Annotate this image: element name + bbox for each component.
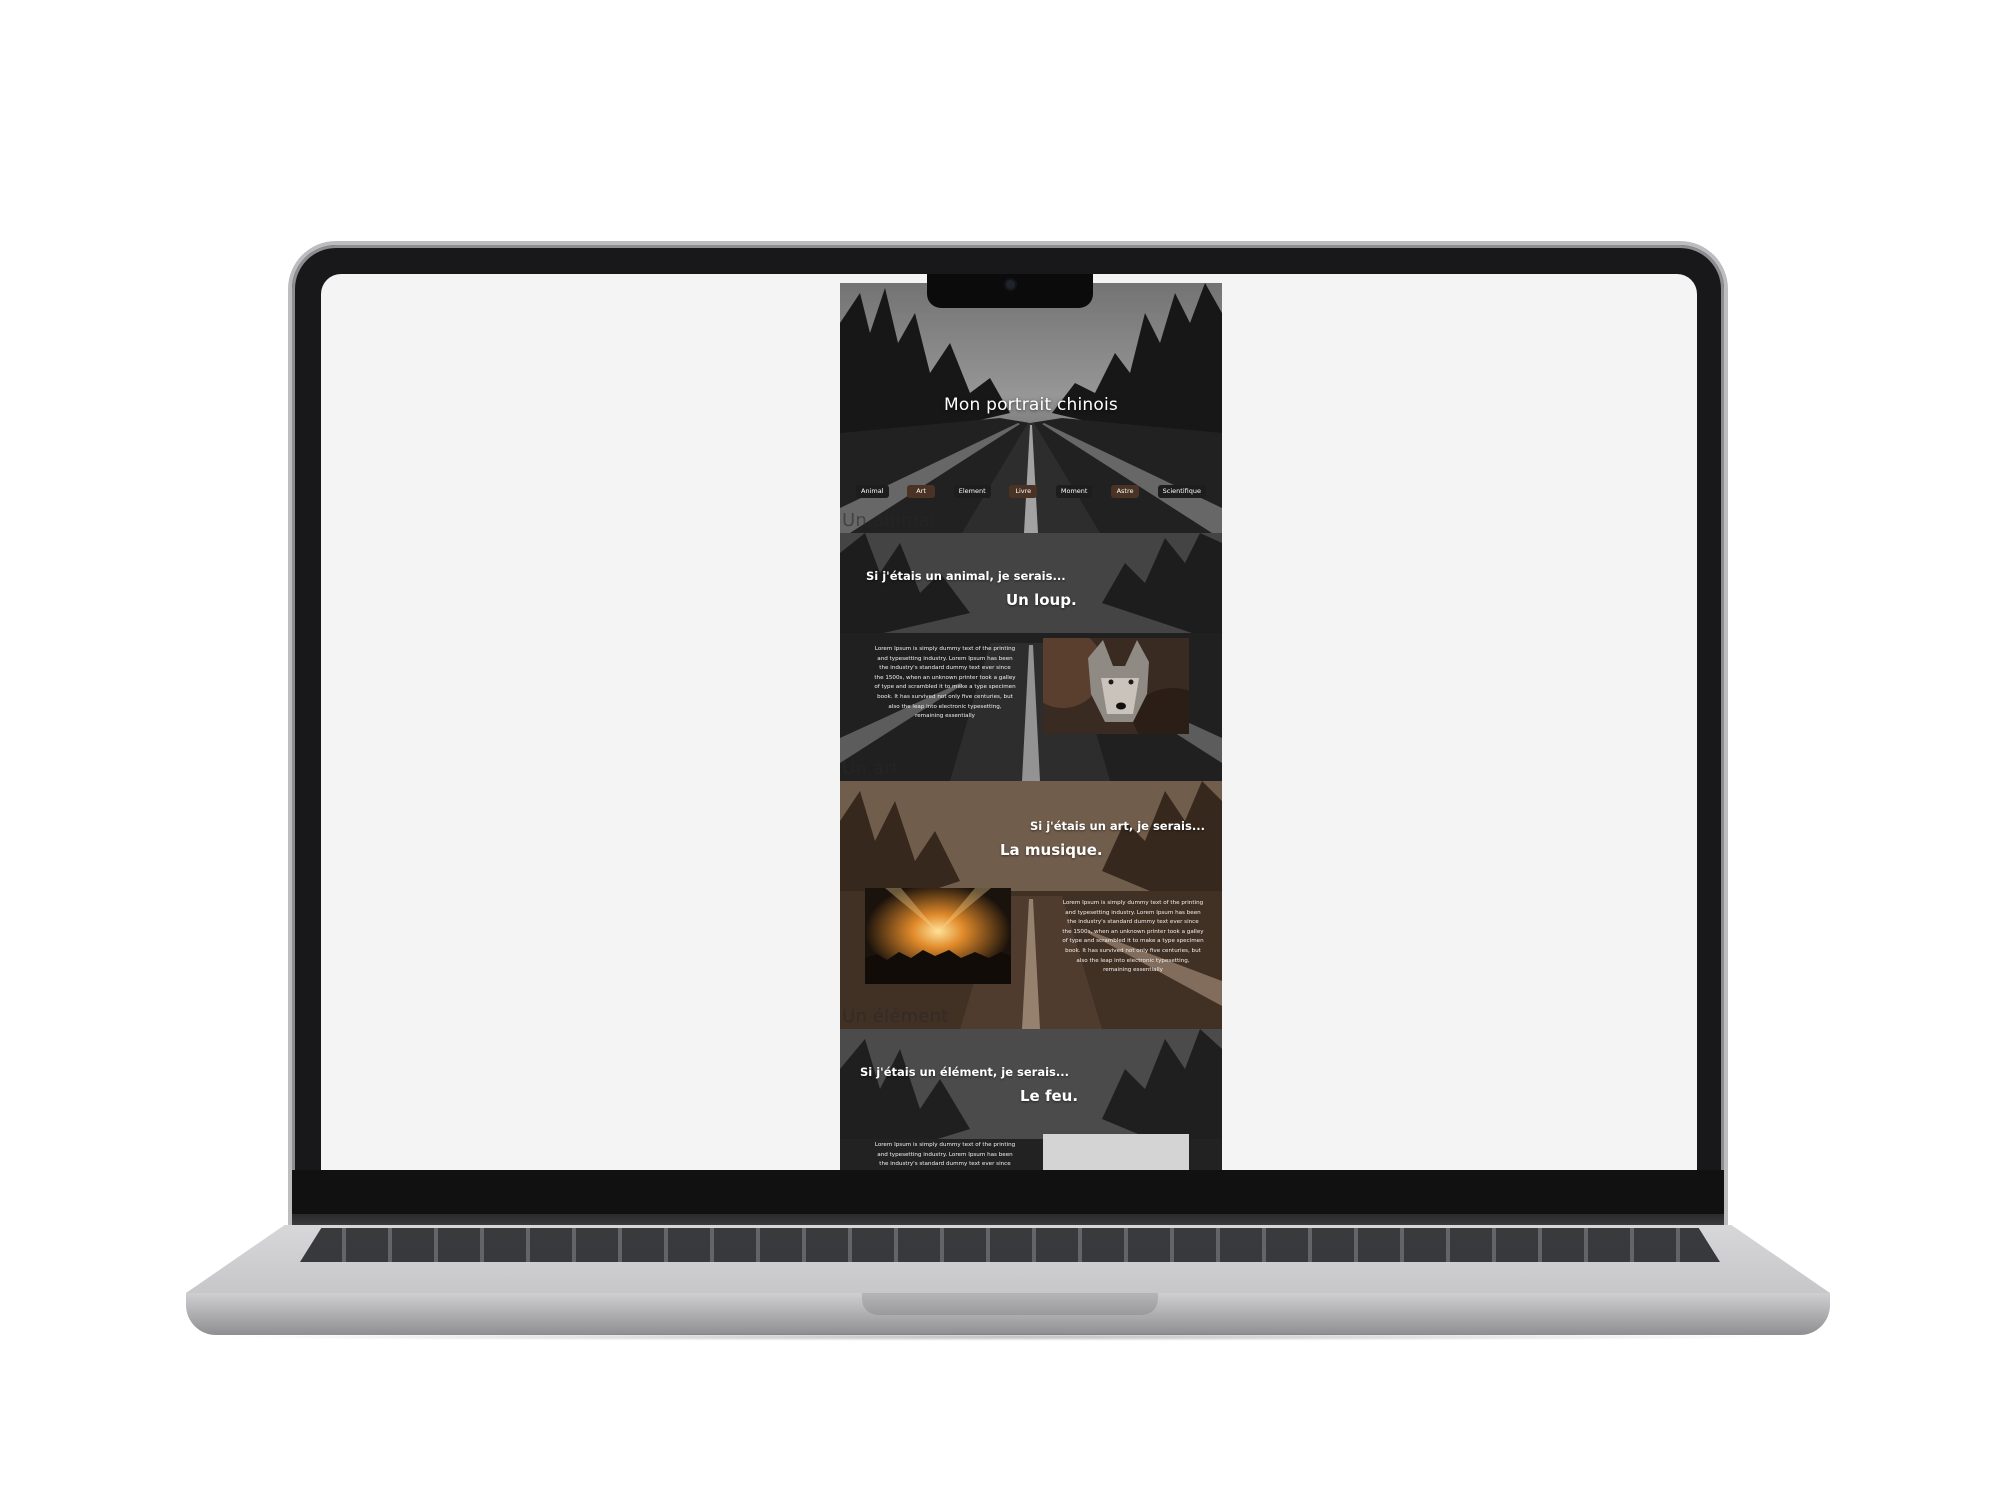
image-placeholder xyxy=(1043,1134,1189,1170)
nav-animal[interactable]: Animal xyxy=(856,485,889,498)
nav-art[interactable]: Art xyxy=(907,485,936,498)
hero-banner: Mon portrait chinois Animal Art Element … xyxy=(840,283,1222,533)
nav-scientifique[interactable]: Scientifique xyxy=(1157,485,1206,498)
concert-photo xyxy=(865,888,1011,984)
section-body-text: Lorem Ipsum is simply dummy text of the … xyxy=(1062,900,1204,974)
section-body-text: Lorem Ipsum is simply dummy text of the … xyxy=(874,646,1016,720)
section-answer: Le feu. xyxy=(1020,1087,1079,1105)
nav-livre[interactable]: Livre xyxy=(1009,485,1038,498)
section-lead: Si j'étais un art, je serais... xyxy=(1030,819,1205,833)
section-lead: Si j'étais un animal, je serais... xyxy=(866,569,1066,583)
section-label-element: Un élément xyxy=(842,1006,949,1027)
section-art: Si j'étais un art, je serais... La musiq… xyxy=(840,781,1222,1029)
nav-moment[interactable]: Moment xyxy=(1055,485,1093,498)
camera-icon xyxy=(1006,280,1015,289)
section-answer: La musique. xyxy=(1000,841,1103,859)
section-nav: Animal Art Element Livre Moment Astre Sc… xyxy=(856,485,1206,499)
trackpad-notch xyxy=(862,1293,1158,1315)
section-answer: Un loup. xyxy=(1006,591,1077,609)
nav-astre[interactable]: Astre xyxy=(1111,485,1140,498)
section-animal: Si j'étais un animal, je serais... Un lo… xyxy=(840,533,1222,781)
section-label-animal: Un animal xyxy=(842,510,936,531)
section-label-art: Un art xyxy=(842,758,899,779)
section-body-text: Lorem Ipsum is simply dummy text of the … xyxy=(874,1142,1016,1168)
section-lead: Si j'étais un élément, je serais... xyxy=(860,1065,1070,1079)
section-element: Si j'étais un élément, je serais... Le f… xyxy=(840,1029,1222,1170)
laptop-shadow xyxy=(210,1333,1806,1341)
wolf-photo xyxy=(1043,638,1189,734)
website-page[interactable]: Mon portrait chinois Animal Art Element … xyxy=(840,283,1222,1170)
page-title: Mon portrait chinois xyxy=(944,395,1118,415)
keyboard-keys xyxy=(300,1228,1720,1262)
nav-element[interactable]: Element xyxy=(953,485,991,498)
